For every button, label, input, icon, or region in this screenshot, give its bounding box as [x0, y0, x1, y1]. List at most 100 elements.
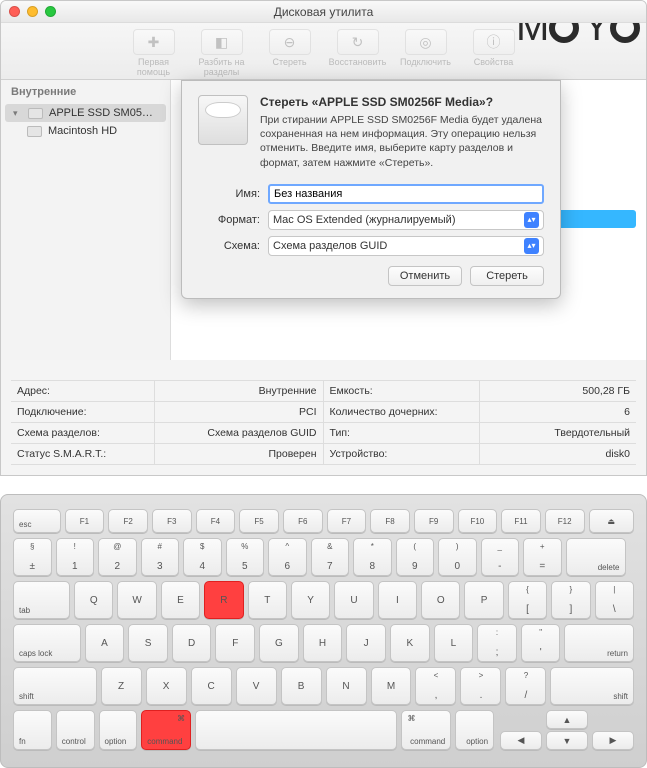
toolbar-partition[interactable]: ◧Разбить на разделы — [191, 29, 253, 77]
sidebar-item-macintosh-hd[interactable]: Macintosh HD — [1, 122, 170, 140]
key-f11[interactable]: F11 — [501, 509, 541, 533]
sidebar: Внутренние ▾ APPLE SSD SM05… Macintosh H… — [1, 80, 171, 360]
key-4[interactable]: $4 — [183, 538, 222, 576]
toolbar-erase[interactable]: ⊖Стереть — [259, 29, 321, 77]
key-arrow-down[interactable]: ▼ — [546, 731, 588, 750]
key-q[interactable]: Q — [74, 581, 113, 619]
erase-button[interactable]: Стереть — [470, 266, 544, 286]
key-f12[interactable]: F12 — [545, 509, 585, 533]
key-shift-right[interactable]: shift — [550, 667, 634, 705]
key-tab[interactable]: tab — [13, 581, 70, 619]
key-f4[interactable]: F4 — [196, 509, 236, 533]
key-command-left[interactable]: command⌘ — [141, 710, 191, 750]
scheme-select[interactable]: Схема разделов GUID ▴▾ — [268, 236, 544, 256]
fn-row: esc F1 F2 F3 F4 F5 F6 F7 F8 F9 F10 F11 F… — [13, 509, 634, 533]
key-esc[interactable]: esc — [13, 509, 61, 533]
chevron-down-icon[interactable]: ▾ — [13, 108, 22, 119]
name-input[interactable] — [268, 184, 544, 204]
key-b[interactable]: B — [281, 667, 322, 705]
key-g[interactable]: G — [259, 624, 299, 662]
key-l[interactable]: L — [434, 624, 474, 662]
key-a[interactable]: A — [85, 624, 125, 662]
key-e[interactable]: E — [161, 581, 200, 619]
key-9[interactable]: (9 — [396, 538, 435, 576]
info-icon: ⓘ — [473, 29, 515, 55]
key-6[interactable]: ^6 — [268, 538, 307, 576]
key-n[interactable]: N — [326, 667, 367, 705]
key-f7[interactable]: F7 — [327, 509, 367, 533]
key-z[interactable]: Z — [101, 667, 142, 705]
key-semicolon[interactable]: :; — [477, 624, 517, 662]
format-select[interactable]: Mac OS Extended (журналируемый) ▴▾ — [268, 210, 544, 230]
toolbar-first-aid[interactable]: ✚Первая помощь — [123, 29, 185, 77]
key-h[interactable]: H — [303, 624, 343, 662]
number-row: §± !1 @2 #3 $4 %5 ^6 &7 *8 (9 )0 _- += d… — [13, 538, 634, 576]
key-o[interactable]: O — [421, 581, 460, 619]
key-control[interactable]: control — [56, 710, 95, 750]
key-3[interactable]: #3 — [141, 538, 180, 576]
key-section[interactable]: §± — [13, 538, 52, 576]
key-arrow-left[interactable]: ◀ — [500, 731, 542, 750]
key-r[interactable]: R — [204, 581, 243, 619]
key-fn[interactable]: fn — [13, 710, 52, 750]
key-8[interactable]: *8 — [353, 538, 392, 576]
key-command-right[interactable]: command⌘ — [401, 710, 451, 750]
key-w[interactable]: W — [117, 581, 156, 619]
key-5[interactable]: %5 — [226, 538, 265, 576]
key-arrow-up[interactable]: ▲ — [546, 710, 588, 729]
key-period[interactable]: >. — [460, 667, 501, 705]
key-v[interactable]: V — [236, 667, 277, 705]
key-y[interactable]: Y — [291, 581, 330, 619]
key-f3[interactable]: F3 — [152, 509, 192, 533]
key-t[interactable]: T — [248, 581, 287, 619]
key-s[interactable]: S — [128, 624, 168, 662]
key-quote[interactable]: "' — [521, 624, 561, 662]
cancel-button[interactable]: Отменить — [388, 266, 462, 286]
disk-info-table: Адрес:ВнутренниеЕмкость:500,28 ГБ Подклю… — [11, 380, 636, 465]
key-k[interactable]: K — [390, 624, 430, 662]
key-f9[interactable]: F9 — [414, 509, 454, 533]
key-arrow-right[interactable]: ▶ — [592, 731, 634, 750]
key-comma[interactable]: <, — [415, 667, 456, 705]
toolbar-restore[interactable]: ↻Восстановить — [327, 29, 389, 77]
key-0[interactable]: )0 — [438, 538, 477, 576]
key-p[interactable]: P — [464, 581, 503, 619]
key-return[interactable]: return — [564, 624, 634, 662]
key-f8[interactable]: F8 — [370, 509, 410, 533]
restore-icon: ↻ — [337, 29, 379, 55]
key-minus[interactable]: _- — [481, 538, 520, 576]
key-capslock[interactable]: caps lock — [13, 624, 81, 662]
table-row: Адрес:ВнутренниеЕмкость:500,28 ГБ — [11, 381, 636, 402]
scheme-label: Схема: — [198, 240, 260, 252]
key-m[interactable]: M — [371, 667, 412, 705]
key-delete[interactable]: delete — [566, 538, 626, 576]
key-rbracket[interactable]: }] — [551, 581, 590, 619]
key-c[interactable]: C — [191, 667, 232, 705]
key-f[interactable]: F — [215, 624, 255, 662]
key-option-left[interactable]: option — [99, 710, 138, 750]
key-eject[interactable]: ⏏ — [589, 509, 635, 533]
key-f5[interactable]: F5 — [239, 509, 279, 533]
key-backslash[interactable]: |\ — [595, 581, 634, 619]
sidebar-item-apple-ssd[interactable]: ▾ APPLE SSD SM05… — [5, 104, 166, 122]
key-2[interactable]: @2 — [98, 538, 137, 576]
key-f6[interactable]: F6 — [283, 509, 323, 533]
key-option-right[interactable]: option — [455, 710, 494, 750]
key-f10[interactable]: F10 — [458, 509, 498, 533]
key-1[interactable]: !1 — [56, 538, 95, 576]
key-7[interactable]: &7 — [311, 538, 350, 576]
key-u[interactable]: U — [334, 581, 373, 619]
toolbar-mount[interactable]: ◎Подключить — [395, 29, 457, 77]
key-d[interactable]: D — [172, 624, 212, 662]
key-f1[interactable]: F1 — [65, 509, 105, 533]
key-shift-left[interactable]: shift — [13, 667, 97, 705]
key-slash[interactable]: ?/ — [505, 667, 546, 705]
key-equals[interactable]: += — [523, 538, 562, 576]
key-i[interactable]: I — [378, 581, 417, 619]
shift-row: shift Z X C V B N M <, >. ?/ shift — [13, 667, 634, 705]
key-j[interactable]: J — [346, 624, 386, 662]
key-f2[interactable]: F2 — [108, 509, 148, 533]
key-x[interactable]: X — [146, 667, 187, 705]
key-space[interactable] — [195, 710, 397, 750]
key-lbracket[interactable]: {[ — [508, 581, 547, 619]
